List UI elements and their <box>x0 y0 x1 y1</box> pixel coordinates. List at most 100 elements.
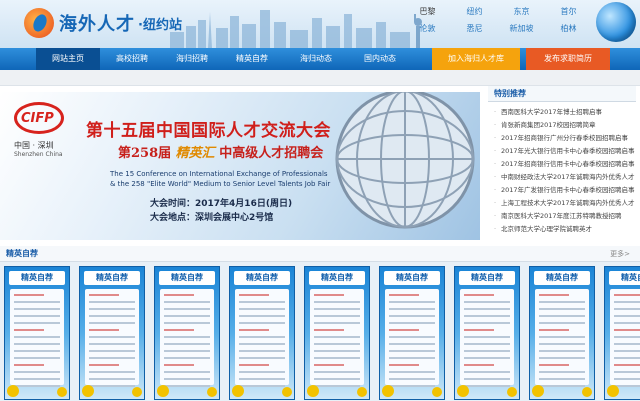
banner-sub-prefix: 第258届 <box>118 146 172 161</box>
cifp-logo-text: CIFP <box>21 111 54 126</box>
elite-resume-card[interactable]: 精英自荐 <box>229 266 295 400</box>
nav-item-returnee-news[interactable]: 海归动态 <box>288 48 344 70</box>
elite-card-title: 精英自荐 <box>459 271 515 285</box>
elite-card-title: 精英自荐 <box>159 271 215 285</box>
elite-card-body <box>235 289 289 387</box>
sunflower-icon <box>57 387 67 397</box>
elite-resume-card[interactable]: 精英自荐 <box>379 266 445 400</box>
banner-english-line-1: The 15 Conference on International Excha… <box>110 170 328 178</box>
sunflower-icon <box>207 387 217 397</box>
elite-section-header: 精英自荐 更多> <box>0 246 640 262</box>
sunflower-icon <box>582 387 592 397</box>
sunflower-icon <box>307 385 319 397</box>
sub-bar <box>0 70 640 86</box>
city-link[interactable]: 伦敦 <box>404 23 451 34</box>
elite-resume-card[interactable]: 精英自荐 <box>304 266 370 400</box>
elite-card-body <box>610 289 640 387</box>
special-recommend-link[interactable]: 肯张新商集团2017校园招聘简章 <box>494 119 636 132</box>
elite-card-title: 精英自荐 <box>534 271 590 285</box>
special-recommend-link[interactable]: 上海工程技术大学2017年诚聘海内外优秀人才 <box>494 197 636 210</box>
logo-text: 海外人才 <box>59 14 135 35</box>
banner-place: 大会地点：深圳会展中心2号馆 <box>150 213 274 223</box>
sunflower-icon <box>607 385 619 397</box>
sunflower-icon <box>282 387 292 397</box>
banner-sub-accent: 精英汇 <box>175 146 215 161</box>
cifp-logo: CIFP 中国 · 深圳 Shenzhen China <box>8 102 70 158</box>
city-link[interactable]: 新加坡 <box>498 23 545 34</box>
banner-title: 第十五届中国国际人才交流大会 <box>86 121 331 141</box>
elite-card-body <box>385 289 439 387</box>
special-recommend-link[interactable]: 中南财经政法大学2017年诚聘海内外优秀人才 <box>494 171 636 184</box>
elite-resume-card[interactable]: 精英自荐 <box>79 266 145 400</box>
city-link[interactable]: 首尔 <box>545 6 592 17</box>
elite-resume-card[interactable]: 精英自荐 <box>454 266 520 400</box>
nav-item-elite[interactable]: 精英自荐 <box>224 48 280 70</box>
special-recommend-link[interactable]: 北京师范大学心理学院诚聘英才 <box>494 223 636 236</box>
sunflower-icon <box>157 385 169 397</box>
elite-card-title: 精英自荐 <box>9 271 65 285</box>
elite-card-title: 精英自荐 <box>384 271 440 285</box>
globe-graphic <box>335 92 475 229</box>
special-recommend-link[interactable]: 2017年广发银行信用卡中心春季校园招聘启事 <box>494 184 636 197</box>
city-links: 巴黎 纽约 东京 首尔 伦敦 悉尼 新加坡 柏林 <box>404 6 592 34</box>
sunflower-icon <box>7 385 19 397</box>
elite-section-title: 精英自荐 <box>6 249 38 258</box>
elite-resume-card[interactable]: 精英自荐 <box>154 266 220 400</box>
elite-card-body <box>10 289 64 387</box>
post-resume-button[interactable]: 发布求职简历 <box>526 48 610 70</box>
special-recommend-panel: 特别推荐 西南医科大学2017年博士招聘启事 肯张新商集团2017校园招聘简章 … <box>488 86 636 242</box>
elite-card-body <box>310 289 364 387</box>
banner-subtitle: 第258届 精英汇 中高级人才招聘会 <box>118 142 323 161</box>
special-recommend-link[interactable]: 2017年招商银行广州分行春季校园招聘启事 <box>494 132 636 145</box>
elite-card-title: 精英自荐 <box>609 271 640 285</box>
elite-card-strip: 精英自荐 精英自荐 精英自荐 精英自荐 精英自荐 精英自荐 精英自荐 精英自荐 精英自荐 <box>0 262 640 401</box>
nav-item-home[interactable]: 网站主页 <box>36 48 100 70</box>
banner-sub-suffix: 中高级人才招聘会 <box>219 146 324 161</box>
sunflower-icon <box>432 387 442 397</box>
special-recommend-title: 特别推荐 <box>488 86 636 102</box>
globe-icon <box>596 2 636 42</box>
elite-resume-card[interactable]: 精英自荐 <box>604 266 640 400</box>
banner-city-en: Shenzhen China <box>14 151 63 158</box>
site-header: 海外人才 ·纽约站 巴黎 纽约 东京 首尔 伦敦 悉尼 新加坡 柏林 <box>0 0 640 48</box>
sunflower-icon <box>382 385 394 397</box>
sunflower-icon <box>132 387 142 397</box>
conference-banner[interactable]: CIFP 中国 · 深圳 Shenzhen China 第十五届中国国际人才交流… <box>0 92 480 240</box>
site-logo[interactable]: 海外人才 ·纽约站 <box>24 8 182 38</box>
city-link[interactable]: 柏林 <box>545 23 592 34</box>
sunflower-icon <box>82 385 94 397</box>
join-talent-pool-button[interactable]: 加入海归人才库 <box>432 48 520 70</box>
sunflower-icon <box>532 385 544 397</box>
elite-card-body <box>535 289 589 387</box>
city-link[interactable]: 纽约 <box>451 6 498 17</box>
banner-time: 大会时间：2017年4月16日(周日) <box>150 199 293 209</box>
elite-card-title: 精英自荐 <box>84 271 140 285</box>
elite-card-body <box>85 289 139 387</box>
banner-english-line-2: & the 258 "Elite World" Medium to Senior… <box>110 180 331 188</box>
elite-card-body <box>160 289 214 387</box>
special-recommend-link[interactable]: 西南医科大学2017年博士招聘启事 <box>494 106 636 119</box>
special-recommend-link[interactable]: 南京医科大学2017年度江苏特聘教授招聘 <box>494 210 636 223</box>
elite-more-link[interactable]: 更多> <box>610 249 630 259</box>
main-nav: 网站主页 高校招聘 海归招聘 精英自荐 海归动态 国内动态 加入海归人才库 发布… <box>0 48 640 70</box>
nav-item-returnee-jobs[interactable]: 海归招聘 <box>164 48 220 70</box>
city-link[interactable]: 悉尼 <box>451 23 498 34</box>
elite-resume-card[interactable]: 精英自荐 <box>529 266 595 400</box>
logo-subtitle: ·纽约站 <box>138 17 182 33</box>
logo-icon <box>24 8 54 38</box>
sunflower-icon <box>457 385 469 397</box>
nav-item-campus[interactable]: 高校招聘 <box>104 48 160 70</box>
elite-card-title: 精英自荐 <box>309 271 365 285</box>
nav-item-domestic-news[interactable]: 国内动态 <box>352 48 408 70</box>
city-link[interactable]: 巴黎 <box>404 6 451 17</box>
elite-card-title: 精英自荐 <box>234 271 290 285</box>
sunflower-icon <box>232 385 244 397</box>
city-link[interactable]: 东京 <box>498 6 545 17</box>
banner-city-cn: 中国 · 深圳 <box>14 141 54 150</box>
special-recommend-list: 西南医科大学2017年博士招聘启事 肯张新商集团2017校园招聘简章 2017年… <box>488 102 636 236</box>
elite-resume-card[interactable]: 精英自荐 <box>4 266 70 400</box>
special-recommend-link[interactable]: 2017年招商银行信用卡中心春季校园招聘启事 <box>494 158 636 171</box>
special-recommend-link[interactable]: 2017年光大银行信用卡中心春季校园招聘启事 <box>494 145 636 158</box>
sunflower-icon <box>357 387 367 397</box>
elite-card-body <box>460 289 514 387</box>
